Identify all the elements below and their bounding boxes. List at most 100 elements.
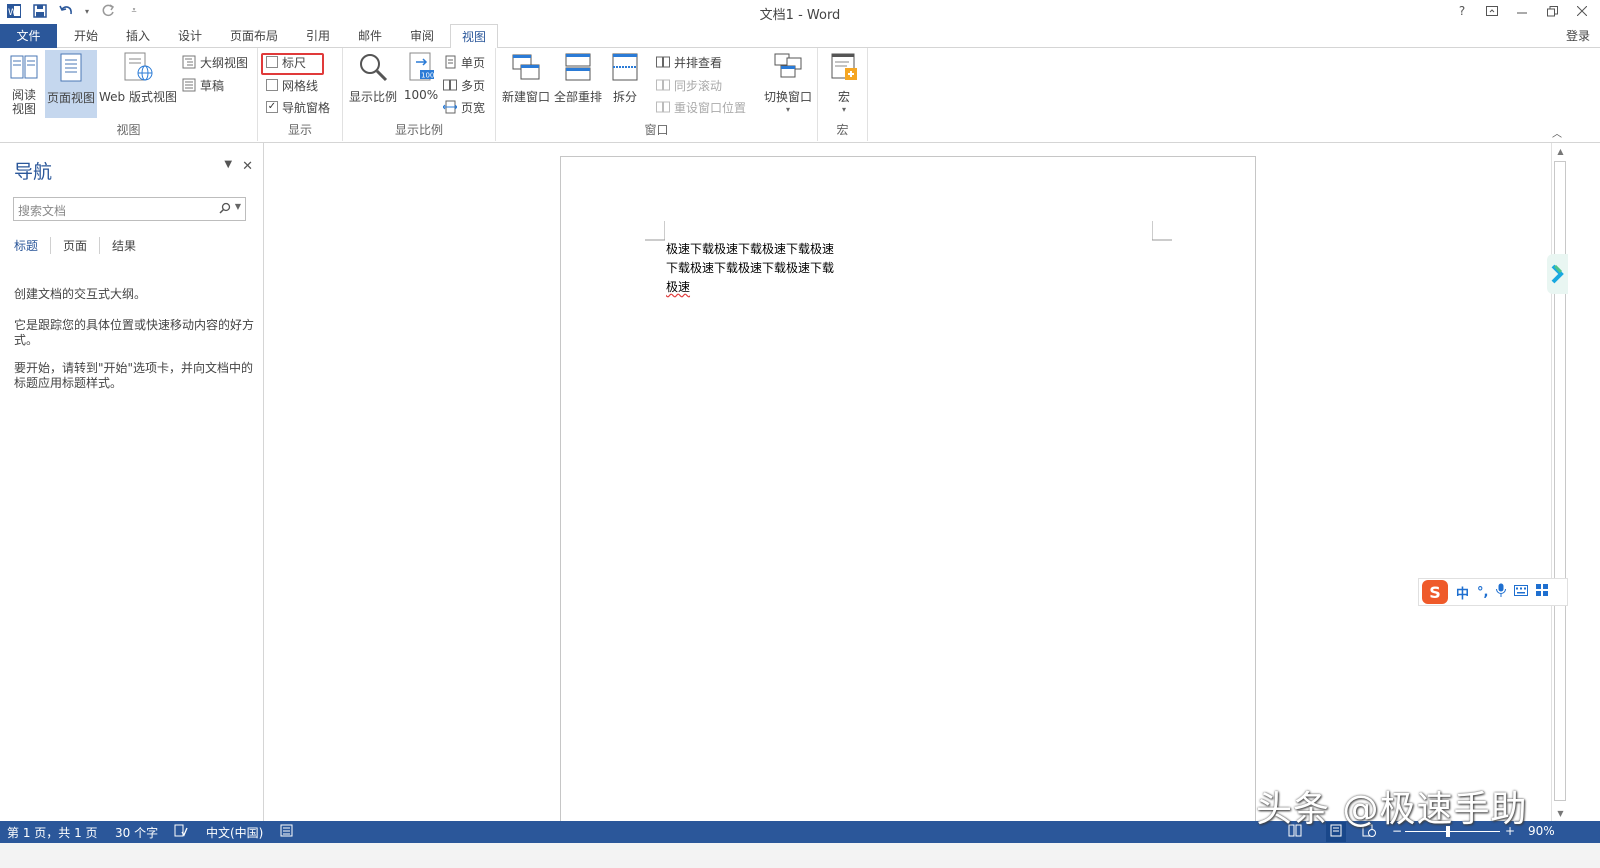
nav-tab-headings[interactable]: 标题 [14,237,52,254]
switch-windows-button[interactable]: 切换窗口 ▾ [762,52,814,114]
page-width-label: 页宽 [461,100,486,115]
vertical-scrollbar[interactable]: ▲ ▼ [1551,143,1568,821]
zoom-button[interactable]: 显示比例 [347,52,399,105]
nav-hint-1: 创建文档的交互式大纲。 [14,287,147,301]
page-count[interactable]: 第 1 页，共 1 页 [7,824,98,841]
side-tool-flag-icon[interactable] [1547,254,1568,294]
web-layout-button[interactable]: Web 版式视图 [98,52,178,105]
tab-file[interactable]: 文件 [0,24,57,48]
tab-insert[interactable]: 插入 [114,24,162,48]
microphone-icon[interactable] [1496,583,1507,601]
views-group: 阅读 视图 页面视图 Web 版式视图 大纲视图 草稿 视图 [0,48,258,141]
sign-in-link[interactable]: 登录 [1566,27,1590,44]
split-button[interactable]: 拆分 [606,52,644,105]
multiple-pages-label: 多页 [461,78,486,93]
minimize-icon[interactable] [1514,3,1530,19]
tab-home[interactable]: 开始 [62,24,110,48]
close-icon[interactable] [1574,3,1590,19]
zoom-100-label: 100% [403,88,439,102]
web-layout-icon [98,52,178,85]
nav-tab-results[interactable]: 结果 [112,237,148,254]
zoom-100-icon: 100 [401,52,441,85]
task-pane-options-icon[interactable]: ▼ [224,159,232,174]
macros-button[interactable]: 宏 ▾ [824,52,864,114]
view-side-by-side-button[interactable]: 并排查看 [656,52,722,72]
keyboard-icon[interactable] [1514,584,1529,600]
read-mode-icon [4,52,44,85]
scroll-down-arrow-icon[interactable]: ▼ [1552,805,1569,821]
new-window-button[interactable]: 新建窗口 [500,52,552,105]
ime-toolbox-icon[interactable] [1536,584,1549,600]
print-layout-button[interactable]: 页面视图 [45,50,97,118]
macro-recording-icon[interactable] [280,824,293,840]
one-page-button[interactable]: 单页 [443,52,485,72]
tab-review[interactable]: 审阅 [398,24,446,48]
ime-toolbar: S 中 °, [1418,578,1568,606]
one-page-label: 单页 [461,55,486,70]
window-group: 新建窗口 全部重排 拆分 并排查看 同步滚动 重设窗口位置 切换窗口 ▾ 窗口 [496,48,818,141]
taskbar-strip [0,843,1600,868]
help-icon[interactable]: ? [1454,3,1470,19]
tab-design[interactable]: 设计 [166,24,214,48]
macros-label: 宏 [837,90,850,104]
gridlines-checkbox-box[interactable] [266,79,278,91]
synchronous-scrolling-button[interactable]: 同步滚动 [656,75,722,95]
multiple-pages-button[interactable]: 多页 [443,75,485,95]
title-bar: W ▾ ⩡ 文档1 - Word ? [0,0,1600,24]
sogou-logo[interactable]: S [1422,580,1448,604]
arrange-all-button[interactable]: 全部重排 [552,52,604,105]
reset-window-position-button[interactable]: 重设窗口位置 [656,97,746,117]
window-controls: ? [1454,3,1590,19]
ime-mode-chinese[interactable]: 中 [1456,583,1469,602]
nav-hint-2: 它是跟踪您的具体位置或快速移动内容的好方式。 [14,318,255,347]
new-window-label: 新建窗口 [501,90,550,104]
search-placeholder: 搜索文档 [18,204,67,218]
navigation-tabs: 标题 页面 结果 [14,237,160,254]
outline-view-button[interactable]: 大纲视图 [182,52,248,72]
search-options-dropdown-icon[interactable]: ▼ [235,202,241,217]
word-count[interactable]: 30 个字 [115,824,158,841]
navigation-pane: 导航 ▼ ✕ 搜索文档 ▼ 标题 页面 结果 创建文档的交互式大纲。 它是跟踪您… [0,143,264,821]
language[interactable]: 中文(中国) [206,824,263,841]
tab-page-layout[interactable]: 页面布局 [220,24,288,48]
document-line-1: 极速下载极速下载极速下载极速 [666,242,835,256]
navigation-pane-checkbox-box[interactable]: ✓ [266,101,278,113]
tab-references[interactable]: 引用 [294,24,342,48]
tab-view[interactable]: 视图 [450,24,498,49]
outline-icon [182,55,196,69]
page-width-button[interactable]: 页宽 [443,97,485,117]
draft-view-button[interactable]: 草稿 [182,75,224,95]
restore-icon[interactable] [1544,3,1560,19]
split-label: 拆分 [612,90,637,104]
macros-icon [824,52,864,85]
gridlines-checkbox[interactable]: 网格线 [266,75,318,95]
navigation-pane-checkbox[interactable]: ✓ 导航窗格 [266,97,330,117]
read-mode-button[interactable]: 阅读 视图 [4,52,44,116]
side-by-side-label: 并排查看 [674,55,723,70]
nav-tab-pages[interactable]: 页面 [63,237,101,254]
one-page-icon [445,55,456,69]
zoom-100-button[interactable]: 100 100% [401,52,441,102]
proofing-icon[interactable] [174,824,188,840]
navigation-pane-controls: ▼ ✕ [224,159,253,174]
sync-scroll-label: 同步滚动 [674,78,723,93]
show-group-label: 显示 [287,123,312,137]
window-group-label: 窗口 [644,123,669,137]
multiple-pages-icon [443,79,457,91]
search-document-input[interactable]: 搜索文档 ▼ [13,197,246,221]
read-mode-label-2: 视图 [11,102,36,116]
zoom-level[interactable]: 90% [1528,824,1555,838]
scroll-up-arrow-icon[interactable]: ▲ [1552,143,1569,159]
document-page[interactable]: 极速下载极速下载极速下载极速 下载极速下载极速下载极速下载 极速 [560,156,1256,836]
arrange-all-label: 全部重排 [553,90,602,104]
print-layout-icon [45,53,97,86]
ime-punctuation[interactable]: °, [1477,585,1488,600]
ribbon-display-options-icon[interactable] [1484,3,1500,19]
document-body-text[interactable]: 极速下载极速下载极速下载极速 下载极速下载极速下载极速下载 极速 [666,240,851,297]
tab-mailings[interactable]: 邮件 [346,24,394,48]
ribbon-tabs: 文件 开始 插入 设计 页面布局 引用 邮件 审阅 视图 [0,24,1600,49]
margin-corner-top-left [645,221,665,241]
close-pane-icon[interactable]: ✕ [242,159,253,174]
collapse-ribbon-icon[interactable]: ︿ [1552,125,1562,140]
search-icon[interactable] [219,202,231,217]
